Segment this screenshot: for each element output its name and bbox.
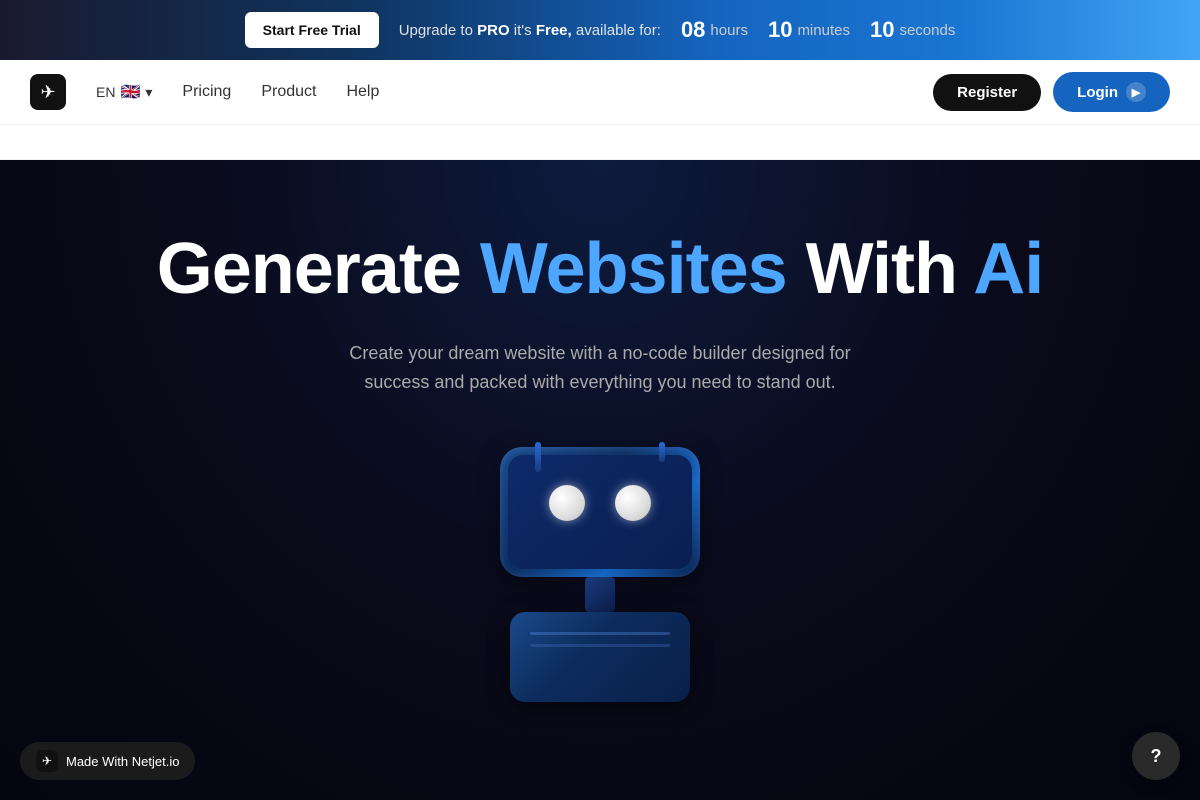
- lang-code: EN: [96, 84, 115, 100]
- hero-subtitle: Create your dream website with a no-code…: [320, 339, 880, 397]
- available-label: available for:: [576, 22, 661, 39]
- title-ai: Ai: [973, 229, 1043, 309]
- question-icon: ?: [1151, 746, 1162, 767]
- title-with: With: [806, 229, 957, 309]
- netjet-icon: ✈: [36, 750, 58, 772]
- chevron-down-icon: ▾: [145, 84, 152, 101]
- robot-head: [500, 447, 700, 577]
- login-button[interactable]: Login ▶: [1053, 72, 1170, 112]
- upgrade-text: Upgrade to PRO it's Free, available for:: [399, 22, 661, 39]
- robot-neck: [585, 577, 615, 612]
- login-label: Login: [1077, 84, 1118, 101]
- minutes-countdown: 10 minutes: [768, 17, 850, 43]
- nav-link-product[interactable]: Product: [261, 83, 316, 101]
- nav-link-pricing[interactable]: Pricing: [182, 83, 231, 101]
- register-button[interactable]: Register: [933, 74, 1041, 111]
- start-trial-button[interactable]: Start Free Trial: [245, 12, 379, 48]
- free-label: Free,: [536, 22, 572, 39]
- netjet-label: Made With Netjet.io: [66, 754, 179, 769]
- logo[interactable]: ✈: [30, 74, 66, 110]
- seconds-label: seconds: [899, 22, 955, 39]
- nav-link-help[interactable]: Help: [346, 83, 379, 101]
- logo-icon: ✈: [30, 74, 66, 110]
- nav-links: Pricing Product Help: [182, 83, 913, 101]
- its-label: it's: [514, 22, 532, 39]
- minutes-number: 10: [768, 17, 792, 43]
- robot-antenna-left: [535, 442, 541, 472]
- seconds-number: 10: [870, 17, 894, 43]
- robot-eye-left: [549, 485, 585, 521]
- hours-countdown: 08 hours: [681, 17, 748, 43]
- robot-eye-right: [615, 485, 651, 521]
- top-banner: Start Free Trial Upgrade to PRO it's Fre…: [0, 0, 1200, 60]
- arrow-right-icon: ▶: [1126, 82, 1146, 102]
- hours-number: 08: [681, 17, 705, 43]
- hero-title: Generate Websites With Ai: [157, 230, 1044, 309]
- robot-eyes: [500, 485, 700, 521]
- seconds-countdown: 10 seconds: [870, 17, 955, 43]
- help-button[interactable]: ?: [1132, 732, 1180, 780]
- robot-illustration: [470, 447, 730, 747]
- title-websites: Websites: [480, 229, 806, 309]
- hero-section: Generate Websites With Ai Create your dr…: [0, 160, 1200, 800]
- robot-antenna-right: [659, 442, 665, 462]
- nav-actions: Register Login ▶: [933, 72, 1170, 112]
- flag-icon: 🇬🇧: [120, 82, 140, 102]
- upgrade-prefix: Upgrade to: [399, 22, 473, 39]
- pro-label: PRO: [477, 22, 510, 39]
- navbar: ✈ EN 🇬🇧 ▾ Pricing Product Help Register …: [0, 60, 1200, 125]
- hours-label: hours: [710, 22, 748, 39]
- netjet-badge[interactable]: ✈ Made With Netjet.io: [20, 742, 195, 780]
- minutes-label: minutes: [797, 22, 850, 39]
- robot-body: [510, 612, 690, 702]
- title-generate: Generate: [157, 229, 461, 309]
- language-selector[interactable]: EN 🇬🇧 ▾: [96, 82, 152, 102]
- sub-nav: [0, 125, 1200, 160]
